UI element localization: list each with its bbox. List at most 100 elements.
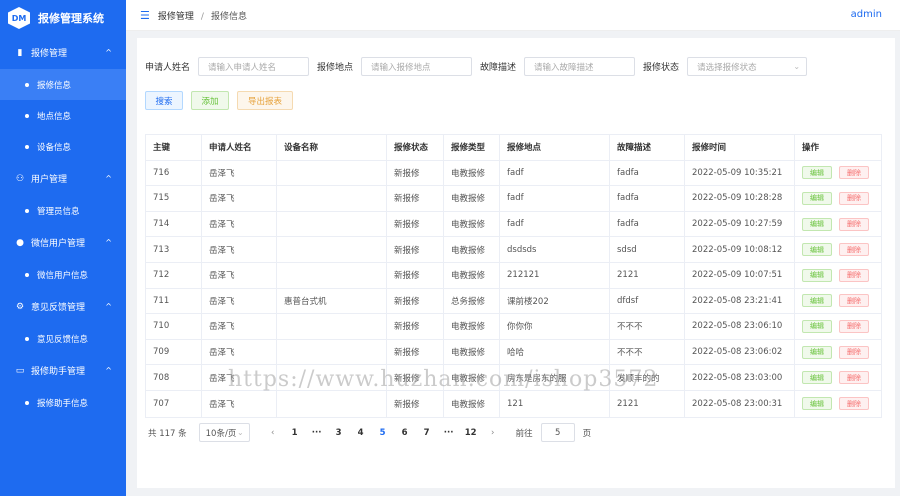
edit-button[interactable]: 编辑 [802,319,832,333]
edit-button[interactable]: 编辑 [802,191,832,205]
page-number[interactable]: 6 [394,428,416,438]
add-button[interactable]: 添加 [191,91,229,110]
table-cell: 2022-05-08 23:00:31 [685,390,795,417]
table-cell: 新报修 [387,186,444,211]
table-cell: 电教报修 [444,390,500,417]
main-panel: 申请人姓名 请输入申请人姓名 报修地点 请输入报修地点 故障描述 请输入故障描述… [137,38,895,488]
sidebar-item[interactable]: 报修助手信息 [0,387,126,418]
page-number[interactable]: 12 [460,428,482,438]
sidebar-group-label: 报修助手管理 [31,367,86,377]
table-cell: 707 [146,390,202,417]
table-cell: 电教报修 [444,237,500,262]
chevron-down-icon: ⌄ [236,428,244,437]
edit-button[interactable]: 编辑 [802,371,832,385]
sidebar-group[interactable]: ⚇ 用户管理 ^ [0,162,126,195]
table-cell: 2022-05-08 23:03:00 [685,365,795,390]
sidebar-item[interactable]: 地点信息 [0,100,126,131]
page-number[interactable]: 4 [350,428,372,438]
breadcrumb-item[interactable]: 报修管理 [158,12,194,22]
table-cell: 哈哈 [500,339,610,365]
bullet-icon [25,113,29,118]
delete-button[interactable]: 删除 [839,217,869,231]
table-cell: 709 [146,339,202,365]
page-size-value: 10条/页 [205,428,237,439]
page-unit-label: 页 [582,428,592,439]
table-cell: fadfa [610,186,685,211]
table-header: 主键 申请人姓名 设备名称 报修状态 报修类型 报修地点 故障描述 报修时间 操作 [146,135,881,161]
sidebar-item[interactable]: 报修信息 [0,69,126,100]
page-ellipsis[interactable]: ··· [438,428,460,438]
table-cell: 新报修 [387,314,444,339]
search-button[interactable]: 搜索 [145,91,183,110]
next-page-button[interactable]: › [482,428,504,438]
page-size-select[interactable]: 10条/页 ⌄ [198,423,250,442]
page-number[interactable]: 7 [416,428,438,438]
prev-page-button[interactable]: ‹ [262,428,284,438]
sidebar-item[interactable]: 设备信息 [0,131,126,162]
sidebar-group[interactable]: ⚙ 意见反馈管理 ^ [0,290,126,323]
delete-button[interactable]: 删除 [839,345,869,359]
table-cell: 2121 [610,262,685,288]
applicant-input[interactable]: 请输入申请人姓名 [198,57,310,76]
page-number[interactable]: 3 [328,428,350,438]
edit-button[interactable]: 编辑 [802,345,832,359]
table-cell: dfdsf [610,288,685,314]
edit-button[interactable]: 编辑 [802,217,832,231]
bullet-icon [25,208,29,213]
sidebar-item[interactable]: 意见反馈信息 [0,323,126,354]
sidebar-item[interactable]: 微信用户信息 [0,259,126,290]
filter-label-applicant: 申请人姓名 [145,63,191,73]
delete-button[interactable]: 删除 [839,243,869,257]
delete-button[interactable]: 删除 [839,166,869,180]
logo-icon: DM [8,7,30,29]
column-header: 报修状态 [387,135,444,160]
sidebar-item-label: 微信用户信息 [37,270,89,281]
edit-button[interactable]: 编辑 [802,166,832,180]
sidebar-group[interactable]: ● 微信用户管理 ^ [0,226,126,259]
delete-button[interactable]: 删除 [839,191,869,205]
bullet-icon [25,272,29,277]
table-cell: 121 [500,390,610,417]
row-actions: 编辑 删除 [795,340,881,365]
menu-toggle-icon[interactable]: ☰ [140,9,150,22]
column-header: 故障描述 [610,135,685,160]
delete-button[interactable]: 删除 [839,294,869,308]
table-cell: 岳泽飞 [202,211,277,237]
edit-button[interactable]: 编辑 [802,268,832,282]
table-cell: 711 [146,288,202,314]
sidebar-group[interactable]: ▮ 报修管理 ^ [0,36,126,69]
table-cell [277,160,387,186]
page-number[interactable]: 5 [372,428,394,438]
app-logo[interactable]: DM 报修管理系统 [0,0,126,36]
row-actions: 编辑 删除 [795,237,881,262]
table-cell: 708 [146,365,202,390]
edit-button[interactable]: 编辑 [802,294,832,308]
pagination: 共 117 条 10条/页 ⌄ ‹ 1 ··· 3 4 5 6 7 ··· 12 › 前往 5 … [148,423,591,442]
table-row: 716 岳泽飞 新报修 电教报修 fadf fadfa 2022-05-09 10:35:2… [146,160,881,187]
table-cell: 714 [146,211,202,237]
edit-button[interactable]: 编辑 [802,397,832,411]
page-ellipsis[interactable]: ··· [306,428,328,438]
row-actions: 编辑 删除 [795,391,881,417]
status-select[interactable]: 请选择报修状态 ⌄ [687,57,808,76]
user-menu[interactable]: admin [851,9,882,20]
chevron-up-icon: ^ [105,238,112,247]
location-input[interactable]: 请输入报修地点 [361,57,473,76]
total-count: 共 117 条 [148,428,187,439]
page-number[interactable]: 1 [284,428,306,438]
goto-page-input[interactable]: 5 [540,423,575,442]
delete-button[interactable]: 删除 [839,319,869,333]
table-cell: 712 [146,262,202,288]
delete-button[interactable]: 删除 [839,371,869,385]
fault-input[interactable]: 请输入故障描述 [524,57,636,76]
sidebar-group[interactable]: ▭ 报修助手管理 ^ [0,354,126,387]
delete-button[interactable]: 删除 [839,268,869,282]
edit-button[interactable]: 编辑 [802,243,832,257]
table-cell: fadfa [610,160,685,186]
table-cell: 电教报修 [444,339,500,365]
delete-button[interactable]: 删除 [839,397,869,411]
table-cell: 课前楼202 [500,288,610,314]
sidebar-group-label: 报修管理 [31,49,68,59]
sidebar-item[interactable]: 管理员信息 [0,195,126,226]
export-button[interactable]: 导出报表 [237,91,293,110]
